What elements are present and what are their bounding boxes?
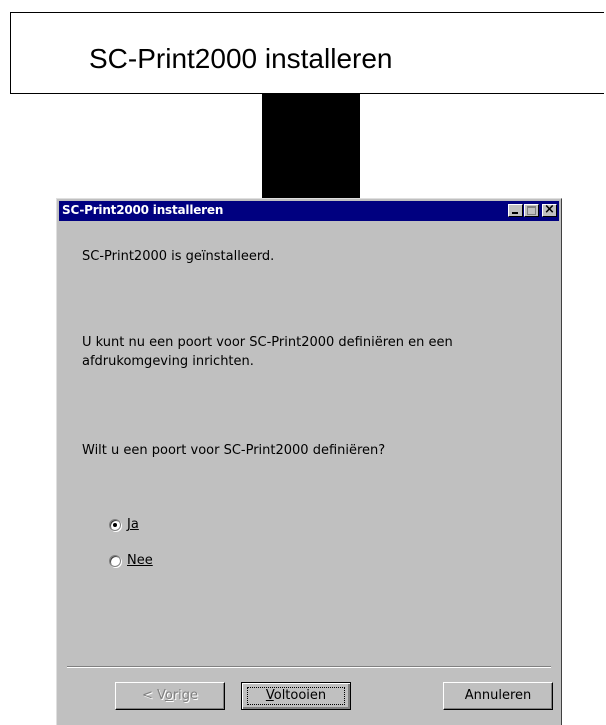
- radio-checked-icon[interactable]: [109, 519, 121, 531]
- titlebar[interactable]: SC-Print2000 installeren ×: [59, 201, 559, 221]
- button-separator: [67, 666, 551, 668]
- info-text: U kunt nu een poort voor SC-Print2000 de…: [82, 333, 453, 371]
- finish-button-mnemonic: V: [265, 688, 274, 703]
- close-icon[interactable]: ×: [542, 202, 557, 217]
- maximize-icon[interactable]: [524, 204, 539, 217]
- back-button-prefix: < V: [141, 688, 165, 703]
- radio-no-label-text: Nee: [127, 553, 153, 568]
- back-button[interactable]: < Vorige: [115, 682, 225, 710]
- finish-button[interactable]: Voltooien: [241, 682, 351, 710]
- setup-dialog: SC-Print2000 installeren × SC-Print2000 …: [56, 198, 562, 725]
- connector-block: [262, 94, 360, 198]
- info-line-2: afdrukomgeving inrichten.: [82, 354, 254, 369]
- back-button-mnemonic: o: [164, 688, 173, 703]
- finish-button-label: oltooien: [273, 688, 327, 703]
- cancel-button[interactable]: Annuleren: [443, 682, 553, 710]
- window-title: SC-Print2000 installeren: [62, 203, 224, 217]
- question-text: Wilt u een poort voor SC-Print2000 defin…: [82, 443, 386, 458]
- minimize-icon[interactable]: [508, 204, 523, 217]
- info-line-1: U kunt nu een poort voor SC-Print2000 de…: [82, 335, 453, 350]
- radio-yes-label[interactable]: Ja: [127, 517, 139, 532]
- radio-unchecked-icon[interactable]: [109, 555, 121, 567]
- back-button-suffix: rige: [172, 688, 199, 703]
- radio-no-label[interactable]: Nee: [127, 553, 153, 568]
- banner-title: SC-Print2000 installeren: [89, 43, 393, 74]
- installed-message: SC-Print2000 is geïnstalleerd.: [82, 249, 275, 264]
- banner: SC-Print2000 installeren: [10, 12, 604, 94]
